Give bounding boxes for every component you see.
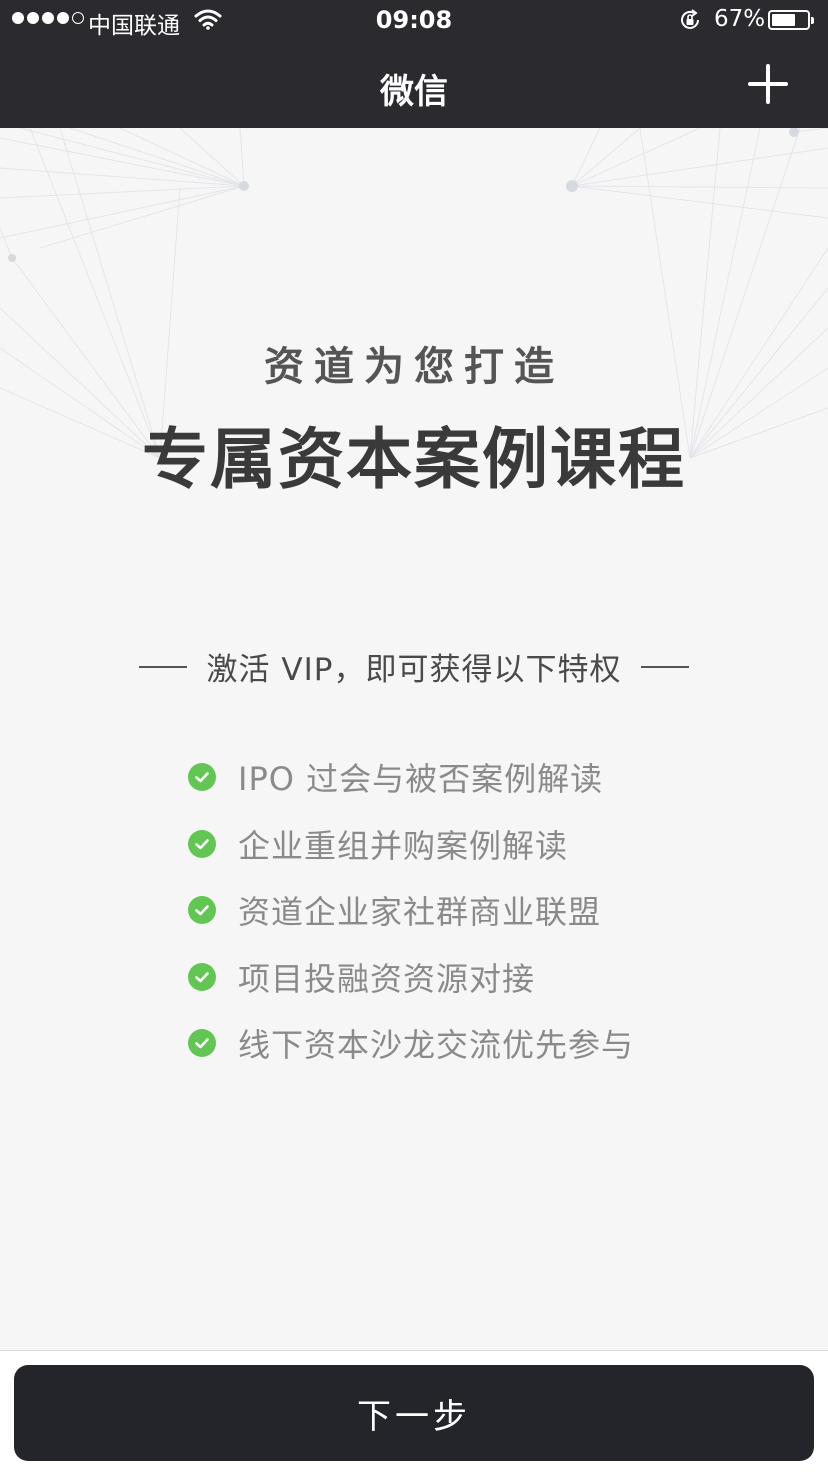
benefit-item: 资道企业家社群商业联盟: [188, 877, 634, 944]
benefit-item: 企业重组并购案例解读: [188, 811, 634, 878]
plus-icon: [748, 64, 788, 104]
clock-time: 09:08: [375, 6, 453, 34]
benefit-item: 线下资本沙龙交流优先参与: [188, 1010, 634, 1077]
benefit-label: 线下资本沙龙交流优先参与: [238, 1026, 635, 1065]
hero-subtitle: 资道为您打造: [264, 344, 564, 390]
status-bar: 中国联通 09:08 67%: [0, 0, 828, 40]
battery-icon: [768, 10, 814, 30]
benefit-list: IPO 过会与被否案例解读 企业重组并购案例解读 资道企业家社群商业联盟 项目投…: [188, 744, 634, 1077]
add-button[interactable]: [740, 56, 796, 112]
divider-line-left: [138, 665, 187, 668]
benefit-label: IPO 过会与被否案例解读: [238, 760, 604, 799]
check-circle-icon: [188, 1029, 216, 1058]
battery-nub: [811, 17, 814, 24]
benefit-item: 项目投融资资源对接: [188, 944, 634, 1011]
check-circle-icon: [188, 763, 216, 792]
battery-level-fill: [772, 14, 795, 26]
privilege-heading: 激活 VIP，即可获得以下特权: [0, 644, 828, 689]
benefit-item: IPO 过会与被否案例解读: [188, 744, 634, 811]
next-step-button[interactable]: 下一步: [14, 1365, 814, 1461]
benefit-label: 项目投融资资源对接: [238, 959, 536, 998]
benefit-label: 企业重组并购案例解读: [238, 826, 569, 865]
check-circle-icon: [188, 829, 216, 858]
footer-bar: 下一步: [0, 1350, 828, 1473]
hero-title: 专属资本案例课程: [142, 421, 686, 498]
check-circle-icon: [188, 896, 216, 925]
check-circle-icon: [188, 962, 216, 991]
rotation-lock-icon: [678, 8, 702, 38]
nav-bar: 微信: [0, 40, 828, 128]
benefit-label: 资道企业家社群商业联盟: [238, 893, 602, 932]
nav-title: 微信: [380, 72, 448, 112]
battery-percentage: 67%: [714, 6, 766, 32]
privilege-heading-text: 激活 VIP，即可获得以下特权: [206, 652, 622, 688]
divider-line-right: [641, 665, 690, 668]
